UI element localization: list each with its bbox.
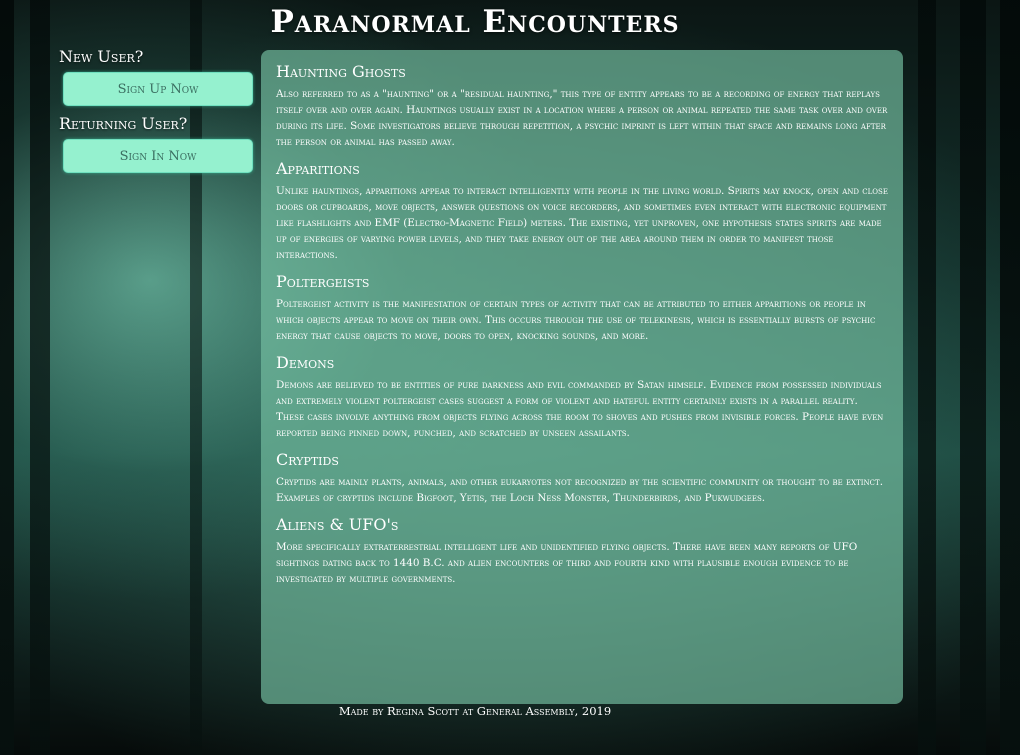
- content-panel: Haunting Ghosts Also referred to as a "h…: [261, 50, 903, 704]
- sign-in-button[interactable]: Sign In Now: [63, 139, 253, 173]
- section-aliens-ufos: Aliens & UFO's More specifically extrate…: [276, 515, 888, 587]
- section-poltergeists: Poltergeists Poltergeist activity is the…: [276, 272, 888, 344]
- section-haunting-ghosts: Haunting Ghosts Also referred to as a "h…: [276, 62, 888, 150]
- new-user-label: New User?: [59, 47, 144, 66]
- section-body: Demons are believed to be entities of pu…: [276, 379, 884, 439]
- section-heading: Poltergeists: [276, 272, 370, 291]
- section-body: Also referred to as a "haunting" or a "r…: [276, 88, 888, 148]
- section-body: Poltergeist activity is the manifestatio…: [276, 298, 876, 342]
- section-heading: Aliens & UFO's: [276, 515, 399, 534]
- sign-up-button[interactable]: Sign Up Now: [63, 72, 253, 106]
- section-apparitions: Apparitions Unlike hauntings, apparition…: [276, 159, 888, 263]
- sidebar: New User? Sign Up Now Returning User? Si…: [59, 47, 259, 181]
- footer-credit: Made by Regina Scott at General Assembly…: [338, 704, 612, 718]
- section-heading: Haunting Ghosts: [276, 62, 406, 81]
- site-title: Paranormal Encounters: [270, 4, 680, 40]
- section-heading: Cryptids: [276, 450, 339, 469]
- section-body: Cryptids are mainly plants, animals, and…: [276, 476, 884, 504]
- section-demons: Demons Demons are believed to be entitie…: [276, 353, 888, 441]
- section-body: Unlike hauntings, apparitions appear to …: [276, 185, 888, 261]
- returning-user-label: Returning User?: [59, 114, 188, 133]
- section-body: More specifically extraterrestrial intel…: [276, 541, 858, 585]
- section-heading: Demons: [276, 353, 335, 372]
- section-cryptids: Cryptids Cryptids are mainly plants, ani…: [276, 450, 888, 506]
- section-heading: Apparitions: [276, 159, 360, 178]
